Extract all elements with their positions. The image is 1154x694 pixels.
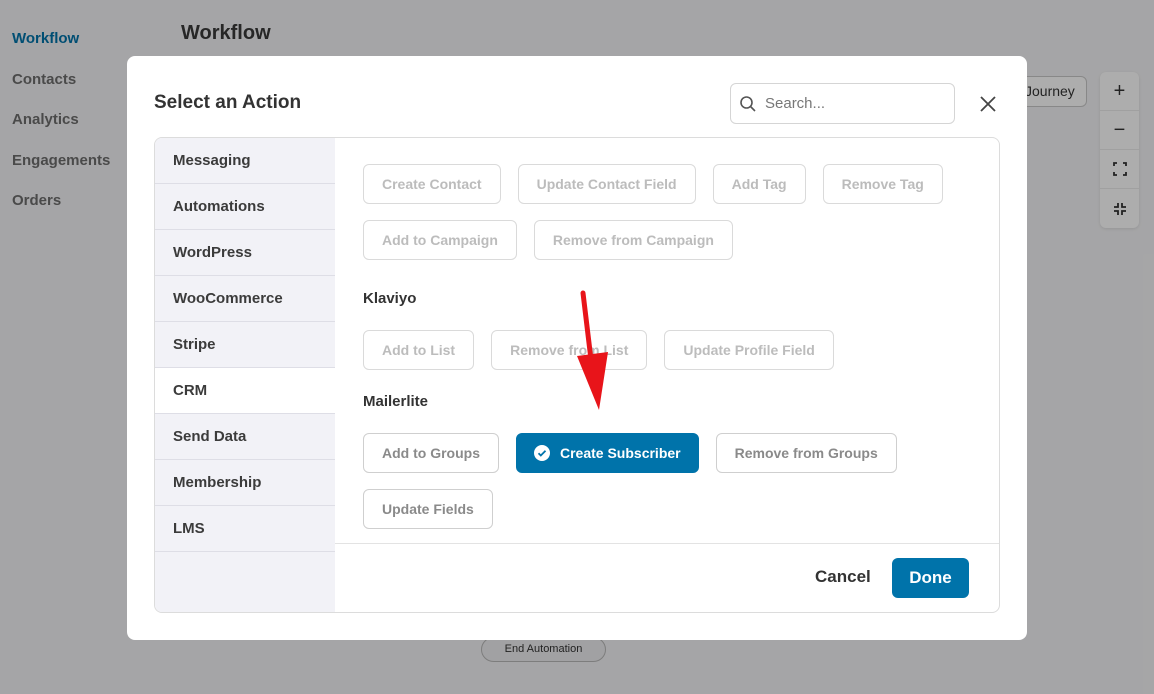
action-row: Create Contact Update Contact Field Add … <box>363 164 943 204</box>
category-automations[interactable]: Automations <box>155 184 335 230</box>
search-box[interactable] <box>730 83 955 124</box>
action-list: Create Contact Update Contact Field Add … <box>335 138 999 543</box>
category-send-data[interactable]: Send Data <box>155 414 335 460</box>
select-action-modal: Select an Action Messaging Automations W… <box>127 56 1027 640</box>
category-stripe[interactable]: Stripe <box>155 322 335 368</box>
check-circle-icon <box>534 445 550 461</box>
add-to-campaign-button[interactable]: Add to Campaign <box>363 220 517 260</box>
category-messaging[interactable]: Messaging <box>155 138 335 184</box>
section-title-klaviyo: Klaviyo <box>363 290 417 307</box>
remove-from-list-button[interactable]: Remove from List <box>491 330 648 370</box>
action-row: Update Fields <box>363 489 943 529</box>
create-subscriber-button[interactable]: Create Subscriber <box>516 433 699 473</box>
action-row: Add to Campaign Remove from Campaign <box>363 220 943 260</box>
update-fields-button[interactable]: Update Fields <box>363 489 493 529</box>
done-button[interactable]: Done <box>892 558 969 598</box>
category-list: Messaging Automations WordPress WooComme… <box>155 138 335 612</box>
modal-body: Messaging Automations WordPress WooComme… <box>154 137 1000 613</box>
modal-footer: Cancel Done <box>335 543 999 612</box>
category-wordpress[interactable]: WordPress <box>155 230 335 276</box>
cancel-button[interactable]: Cancel <box>815 567 871 587</box>
category-membership[interactable]: Membership <box>155 460 335 506</box>
add-to-groups-button[interactable]: Add to Groups <box>363 433 499 473</box>
update-profile-field-button[interactable]: Update Profile Field <box>664 330 834 370</box>
create-subscriber-label: Create Subscriber <box>560 445 681 461</box>
close-icon[interactable] <box>977 93 999 115</box>
update-contact-field-button[interactable]: Update Contact Field <box>517 164 696 204</box>
category-woocommerce[interactable]: WooCommerce <box>155 276 335 322</box>
add-tag-button[interactable]: Add Tag <box>712 164 806 204</box>
search-icon <box>740 95 756 112</box>
section-title-mailerlite: Mailerlite <box>363 393 429 410</box>
remove-tag-button[interactable]: Remove Tag <box>822 164 943 204</box>
category-crm[interactable]: CRM <box>155 368 335 414</box>
search-input[interactable] <box>765 95 935 112</box>
remove-from-groups-button[interactable]: Remove from Groups <box>715 433 897 473</box>
action-row: Add to Groups Create Subscriber Remove f… <box>363 433 943 473</box>
category-lms[interactable]: LMS <box>155 506 335 552</box>
modal-title: Select an Action <box>154 92 302 113</box>
create-contact-button[interactable]: Create Contact <box>363 164 501 204</box>
add-to-list-button[interactable]: Add to List <box>363 330 475 370</box>
remove-from-campaign-button[interactable]: Remove from Campaign <box>533 220 733 260</box>
action-row: Add to List Remove from List Update Prof… <box>363 330 943 370</box>
